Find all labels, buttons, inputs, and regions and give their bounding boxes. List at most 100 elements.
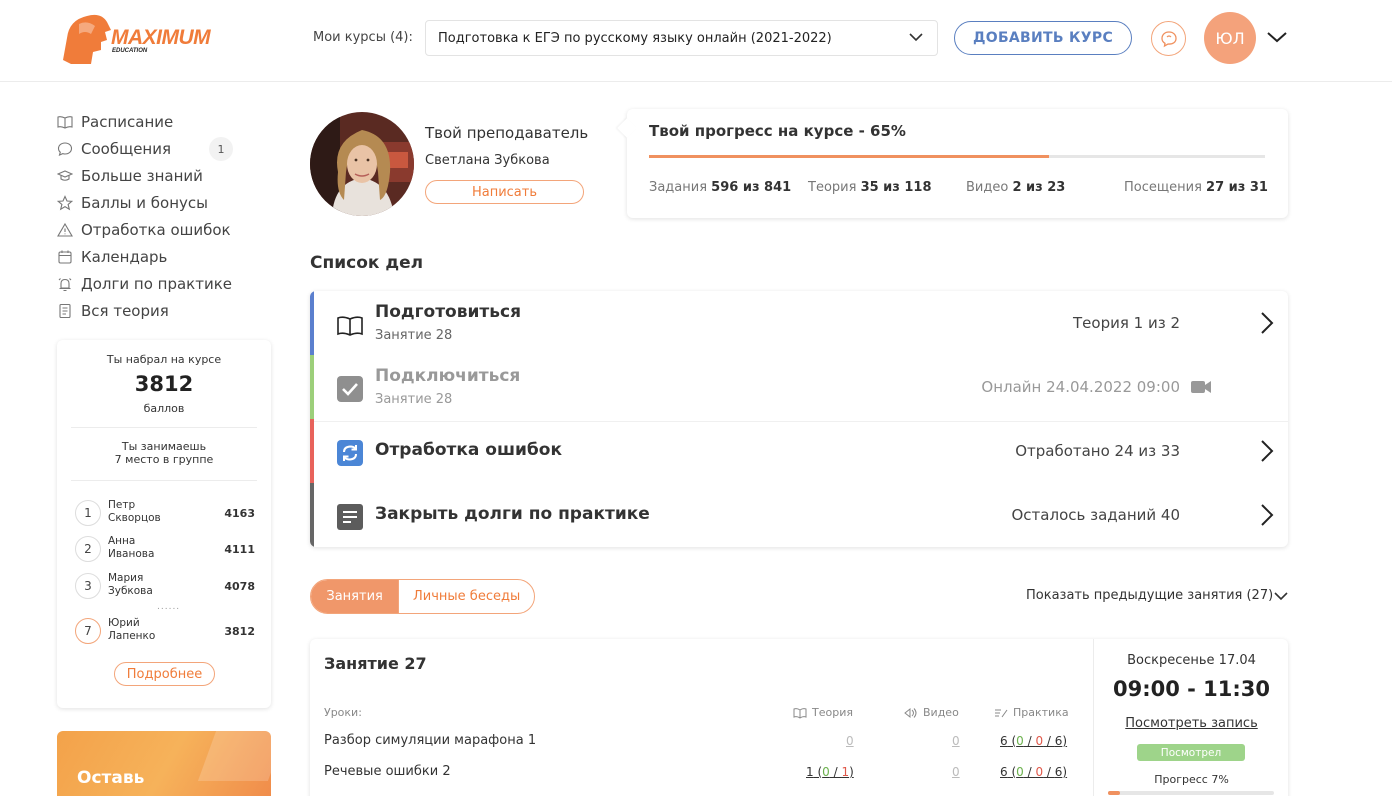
sidebar-item-messages[interactable]: Сообщения 1 — [57, 135, 257, 162]
rank-first-name: Анна — [108, 535, 136, 547]
rank-name: Петр Скворцов — [108, 499, 218, 525]
tab-personal-talks[interactable]: Личные беседы — [398, 580, 534, 613]
progress-bar — [649, 155, 1265, 158]
practice-done: 0 — [1016, 765, 1024, 779]
course-progress-card: Твой прогресс на курсе - 65% Задания 596… — [617, 109, 1288, 218]
lesson-theory-count[interactable]: 0 — [846, 734, 854, 748]
score-value: 3812 — [134, 372, 194, 396]
lesson-row-name[interactable]: Речевые ошибки 2 — [324, 764, 451, 779]
chat-bubble-icon — [1160, 30, 1177, 47]
stat-video: Видео 2 из 23 — [966, 180, 1065, 195]
watch-recording-link[interactable]: Посмотреть запись — [1094, 716, 1288, 731]
user-avatar[interactable]: ЮЛ — [1204, 12, 1256, 64]
lesson-video-count[interactable]: 0 — [952, 734, 960, 748]
chevron-right-icon[interactable] — [1260, 503, 1274, 527]
stat-value: 2 из 23 — [1012, 180, 1066, 195]
promo-text: Оставь — [77, 768, 145, 788]
show-previous-lessons-link[interactable]: Показать предыдущие занятия (27) — [1026, 588, 1273, 603]
rank-name: Мария Зубкова — [108, 572, 218, 598]
sidebar-menu: Расписание Сообщения 1 Больше знаний Бал… — [57, 108, 257, 324]
rank-place: 2 — [75, 536, 101, 562]
promo-decoration — [197, 731, 271, 781]
notifications-button[interactable] — [1151, 21, 1186, 56]
warning-icon — [57, 222, 73, 237]
book-icon — [793, 707, 807, 719]
teacher-title: Твой преподаватель — [425, 124, 589, 142]
practice-all: 6 — [1054, 765, 1063, 779]
todo-list: Подготовиться Занятие 28 Теория 1 из 2 П… — [310, 291, 1288, 547]
stat-value: 35 из 118 — [860, 180, 932, 195]
write-teacher-button[interactable]: Написать — [425, 180, 584, 204]
promo-banner[interactable]: Оставь — [57, 731, 271, 796]
theory-column-header: Теория — [793, 706, 853, 719]
book-icon — [57, 115, 73, 129]
todo-item-status: Осталось заданий 40 — [1011, 506, 1181, 524]
sidebar-item-label: Вся теория — [81, 301, 169, 320]
sidebar-item-label: Расписание — [81, 112, 174, 131]
rank-line-1: Ты занимаешь — [121, 440, 207, 453]
todo-item-subtitle: Занятие 28 — [375, 328, 453, 343]
rank-place: 1 — [75, 500, 101, 526]
star-icon — [57, 194, 73, 210]
todo-color-bar — [310, 483, 314, 547]
more-details-button[interactable]: Подробнее — [114, 662, 215, 686]
rank-place: 3 — [75, 573, 101, 599]
stat-attendance: Посещения 27 из 31 — [1124, 180, 1268, 195]
lesson-practice-count[interactable]: 6 (0 / 0 / 6) — [1000, 765, 1067, 779]
todo-item-prepare[interactable]: Подготовиться Занятие 28 Теория 1 из 2 — [310, 291, 1288, 355]
lesson-video-count[interactable]: 0 — [952, 765, 960, 779]
video-column-header: Видео — [904, 706, 959, 719]
progress-title: Твой прогресс на курсе - 65% — [649, 122, 906, 140]
rank-place: 7 — [75, 618, 101, 644]
chevron-down-icon[interactable] — [1274, 591, 1288, 601]
calendar-icon — [58, 250, 72, 264]
logo-head-icon — [63, 14, 111, 64]
teacher-photo — [310, 112, 414, 216]
sidebar-item-more-knowledge[interactable]: Больше знаний — [57, 162, 257, 189]
my-courses-label: Мои курсы (4): — [313, 30, 413, 45]
progress-bar-fill — [649, 155, 1050, 158]
sidebar-item-error-work[interactable]: Отработка ошибок — [57, 216, 257, 243]
sidebar-item-points[interactable]: Баллы и бонусы — [57, 189, 257, 216]
stat-label: Задания — [649, 180, 708, 195]
maximum-logo[interactable]: MAXIMUM EDUCATION — [57, 10, 222, 66]
rank-name: Юрий Лапенко — [108, 617, 218, 643]
course-select[interactable]: Подготовка к ЕГЭ по русскому языку онлай… — [425, 20, 938, 56]
todo-item-status: Отработано 24 из 33 — [1015, 442, 1180, 460]
leaderboard-row: 2 Анна Иванова 4111 — [75, 534, 255, 564]
checkbox-icon — [337, 376, 363, 402]
course-select-value: Подготовка к ЕГЭ по русскому языку онлай… — [438, 30, 832, 46]
rank-first-name: Юрий — [108, 617, 140, 629]
add-course-button[interactable]: ДОБАВИТЬ КУРС — [954, 21, 1132, 55]
card-pointer — [617, 118, 637, 138]
sidebar-item-schedule[interactable]: Расписание — [57, 108, 257, 135]
todo-item-subtitle: Занятие 28 — [375, 392, 453, 407]
notes-icon — [337, 504, 363, 530]
todo-item-error-work[interactable]: Отработка ошибок Отработано 24 из 33 — [310, 419, 1288, 483]
sidebar-item-calendar[interactable]: Календарь — [57, 243, 257, 270]
todo-title: Список дел — [310, 253, 424, 273]
todo-item-status: Теория 1 из 2 — [1073, 314, 1180, 332]
lesson-row-name[interactable]: Разбор симуляции марафона 1 — [324, 733, 536, 748]
practice-column-header: Практика — [994, 706, 1069, 719]
score-unit: баллов — [143, 402, 185, 415]
todo-item-title: Подключиться — [375, 366, 521, 386]
pencil-lines-icon — [995, 709, 1008, 717]
lesson-progress-bar — [1108, 791, 1274, 795]
practice-done: 0 — [1016, 734, 1024, 748]
chevron-right-icon[interactable] — [1260, 439, 1274, 463]
document-icon — [59, 303, 71, 318]
teacher-portrait-image — [310, 112, 414, 216]
todo-item-status: Онлайн 24.04.2022 09:00 — [981, 378, 1180, 396]
lesson-theory-count[interactable]: 1 (0 / 1) — [806, 765, 854, 779]
lesson-practice-count[interactable]: 6 (0 / 0 / 6) — [1000, 734, 1067, 748]
todo-item-practice-debts[interactable]: Закрыть долги по практике Осталось задан… — [310, 483, 1288, 547]
sidebar-item-practice-debts[interactable]: Долги по практике — [57, 270, 257, 297]
messages-count-badge: 1 — [209, 137, 233, 161]
chevron-right-icon[interactable] — [1260, 311, 1274, 335]
user-menu-chevron-icon[interactable] — [1266, 30, 1288, 44]
sidebar-item-all-theory[interactable]: Вся теория — [57, 297, 257, 324]
leaderboard-row: 1 Петр Скворцов 4163 — [75, 498, 255, 528]
tab-lessons[interactable]: Занятия — [311, 580, 399, 613]
practice-errors: 0 — [1035, 734, 1044, 748]
